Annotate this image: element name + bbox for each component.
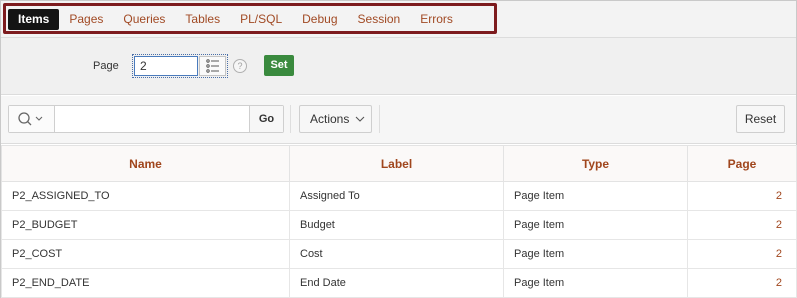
reset-button[interactable]: Reset bbox=[736, 105, 785, 133]
developer-toolbar-frame: Items Pages Queries Tables PL/SQL Debug … bbox=[0, 0, 797, 298]
chevron-down-icon bbox=[355, 116, 365, 122]
table-row: P2_COST Cost Page Item 2 bbox=[1, 239, 797, 269]
column-header-label[interactable]: Label bbox=[289, 145, 504, 182]
go-button[interactable]: Go bbox=[249, 106, 283, 132]
tab-tables[interactable]: Tables bbox=[175, 9, 230, 30]
search-input[interactable] bbox=[56, 106, 249, 132]
search-group: Go bbox=[8, 105, 284, 133]
tab-list: Items Pages Queries Tables PL/SQL Debug … bbox=[8, 9, 463, 30]
cell-type: Page Item bbox=[503, 181, 688, 211]
cell-page-link[interactable]: 2 bbox=[687, 268, 797, 298]
report-toolbar: Go Actions Reset bbox=[1, 96, 796, 144]
cell-label: End Date bbox=[289, 268, 504, 298]
cell-type: Page Item bbox=[503, 239, 688, 269]
toolbar-divider bbox=[379, 105, 380, 133]
table-row: P2_BUDGET Budget Page Item 2 bbox=[1, 210, 797, 240]
cell-page-link[interactable]: 2 bbox=[687, 181, 797, 211]
cell-label: Cost bbox=[289, 239, 504, 269]
tab-plsql[interactable]: PL/SQL bbox=[230, 9, 292, 30]
cell-page-link[interactable]: 2 bbox=[687, 239, 797, 269]
list-icon bbox=[206, 59, 219, 73]
actions-label: Actions bbox=[310, 112, 350, 126]
tab-items[interactable]: Items bbox=[8, 9, 60, 30]
cell-label: Budget bbox=[289, 210, 504, 240]
list-of-values-button[interactable] bbox=[199, 56, 226, 76]
search-column-selector[interactable] bbox=[9, 106, 55, 132]
tab-pages[interactable]: Pages bbox=[59, 9, 113, 30]
page-selector-region: Page ? Set bbox=[1, 38, 796, 95]
chevron-down-icon bbox=[35, 116, 43, 121]
search-icon bbox=[18, 112, 43, 126]
cell-name: P2_ASSIGNED_TO bbox=[1, 181, 290, 211]
column-header-name[interactable]: Name bbox=[1, 145, 290, 182]
table-row: P2_END_DATE End Date Page Item 2 bbox=[1, 268, 797, 298]
help-icon[interactable]: ? bbox=[233, 59, 247, 73]
column-header-page[interactable]: Page bbox=[687, 145, 797, 182]
set-button[interactable]: Set bbox=[264, 55, 294, 76]
page-label: Page bbox=[93, 60, 119, 72]
cell-name: P2_BUDGET bbox=[1, 210, 290, 240]
table-header-row: Name Label Type Page bbox=[1, 145, 797, 182]
tab-errors[interactable]: Errors bbox=[410, 9, 463, 30]
tab-session[interactable]: Session bbox=[348, 9, 411, 30]
cell-label: Assigned To bbox=[289, 181, 504, 211]
actions-menu-button[interactable]: Actions bbox=[299, 105, 372, 133]
tab-debug[interactable]: Debug bbox=[292, 9, 347, 30]
page-field-group bbox=[132, 54, 228, 78]
tab-queries[interactable]: Queries bbox=[113, 9, 175, 30]
cell-page-link[interactable]: 2 bbox=[687, 210, 797, 240]
cell-name: P2_END_DATE bbox=[1, 268, 290, 298]
tab-bar: Items Pages Queries Tables PL/SQL Debug … bbox=[1, 1, 796, 38]
toolbar-divider bbox=[290, 105, 291, 133]
cell-type: Page Item bbox=[503, 268, 688, 298]
items-report-table: Name Label Type Page P2_ASSIGNED_TO Assi… bbox=[1, 145, 797, 298]
table-row: P2_ASSIGNED_TO Assigned To Page Item 2 bbox=[1, 181, 797, 211]
page-input[interactable] bbox=[134, 56, 198, 76]
cell-type: Page Item bbox=[503, 210, 688, 240]
column-header-type[interactable]: Type bbox=[503, 145, 688, 182]
cell-name: P2_COST bbox=[1, 239, 290, 269]
